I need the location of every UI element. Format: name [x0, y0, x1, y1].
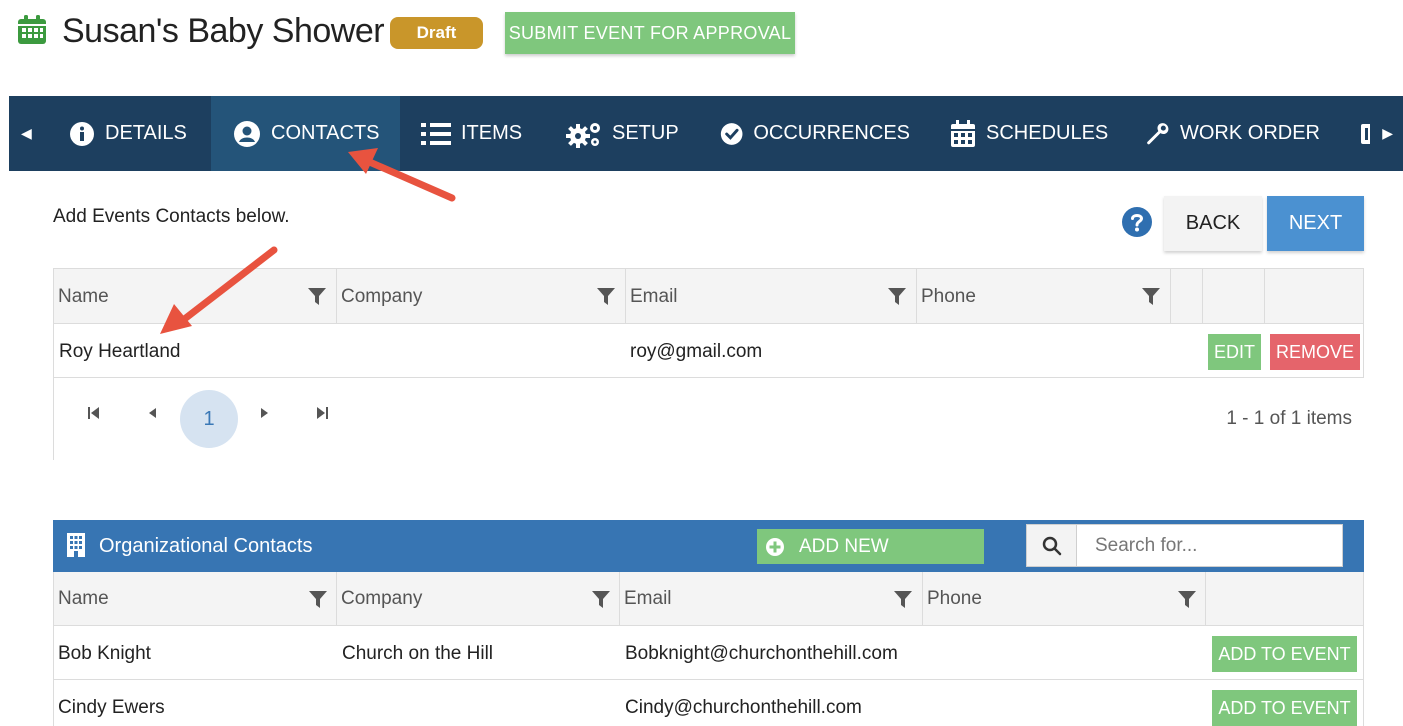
tab-work-order[interactable]: WORK ORDER: [1145, 96, 1320, 171]
add-to-event-button[interactable]: ADD TO EVENT: [1212, 636, 1357, 672]
contact-company: Church on the Hill: [342, 643, 494, 664]
tab-scroll-right-icon[interactable]: ▶: [1382, 96, 1393, 171]
contact-name: Bob Knight: [58, 643, 151, 664]
contact-name: Roy Heartland: [59, 341, 181, 362]
column-header-actions: [1206, 572, 1363, 626]
tab-label: WORK ORDER: [1180, 122, 1320, 144]
remove-button[interactable]: REMOVE: [1270, 334, 1360, 370]
tab-label: ITEMS: [461, 122, 523, 144]
tab-schedules[interactable]: SCHEDULES: [950, 96, 1110, 171]
filter-icon[interactable]: [308, 288, 326, 306]
table-row: Bob Knight Church on the Hill Bobknight@…: [54, 626, 1363, 680]
annotation-arrow-icon: [160, 246, 278, 334]
next-button[interactable]: NEXT: [1267, 196, 1364, 251]
next-page-icon[interactable]: [260, 406, 270, 423]
tab-setup[interactable]: SETUP: [566, 96, 686, 171]
last-page-icon[interactable]: [316, 406, 328, 423]
help-icon[interactable]: [1122, 207, 1152, 237]
grid-header: Name Company Email Phone: [54, 572, 1363, 626]
calendar-icon: [18, 15, 46, 44]
column-header-company[interactable]: Company: [337, 269, 626, 324]
page-title: Susan's Baby Shower: [62, 12, 385, 50]
contact-email: Cindy@churchonthehill.com: [625, 697, 862, 718]
first-page-icon[interactable]: [88, 406, 100, 423]
back-button[interactable]: BACK: [1164, 196, 1262, 251]
org-contacts-grid: Name Company Email Phone Bob Knight Chur…: [53, 572, 1364, 726]
tab-details[interactable]: DETAILS: [69, 96, 207, 171]
prev-page-icon[interactable]: [147, 406, 157, 423]
filter-icon[interactable]: [309, 591, 327, 609]
contact-name: Cindy Ewers: [58, 697, 165, 718]
column-header-name[interactable]: Name: [54, 572, 337, 626]
column-header-phone[interactable]: Phone: [923, 572, 1206, 626]
column-header-company[interactable]: Company: [337, 572, 620, 626]
calendar-icon: [951, 119, 975, 147]
tab-bar: ◀ DETAILS CONTACTS ITEMS SETUP OCCURRENC…: [9, 96, 1403, 171]
tab-label: DETAILS: [105, 122, 187, 144]
annotation-arrow-icon: [348, 148, 456, 202]
contact-email: roy@gmail.com: [630, 341, 763, 362]
column-header-blank: [1171, 269, 1203, 324]
tab-overflow-icon: [1360, 122, 1370, 146]
tab-scroll-left-icon[interactable]: ◀: [21, 96, 32, 171]
filter-icon[interactable]: [597, 288, 615, 306]
filter-icon[interactable]: [888, 288, 906, 306]
tab-label: SCHEDULES: [986, 122, 1109, 144]
building-icon: [67, 533, 85, 557]
search-icon[interactable]: [1027, 525, 1077, 566]
column-header-edit: [1203, 269, 1265, 324]
page-number-button[interactable]: 1: [180, 390, 238, 448]
edit-button[interactable]: EDIT: [1208, 334, 1261, 370]
plus-circle-icon: [766, 538, 784, 556]
org-contacts-header: Organizational Contacts ADD NEW CONTACT: [53, 520, 1364, 592]
info-circle-icon: [70, 121, 94, 146]
filter-icon[interactable]: [894, 591, 912, 609]
column-header-phone[interactable]: Phone: [917, 269, 1171, 324]
check-circle-icon: [720, 122, 743, 145]
status-badge: Draft: [390, 17, 483, 49]
submit-event-button[interactable]: SUBMIT EVENT FOR APPROVAL: [505, 12, 795, 54]
table-row: Cindy Ewers Cindy@churchonthehill.com AD…: [54, 680, 1363, 726]
column-header-email[interactable]: Email: [620, 572, 923, 626]
wrench-icon: [1147, 122, 1169, 144]
filter-icon[interactable]: [1142, 288, 1160, 306]
gears-icon: [566, 122, 600, 148]
pager: 1 1 - 1 of 1 items: [54, 378, 1364, 460]
tab-label: SETUP: [612, 122, 679, 144]
user-circle-icon: [234, 120, 260, 147]
filter-icon[interactable]: [1178, 591, 1196, 609]
search-box: [1026, 524, 1343, 567]
contacts-intro-text: Add Events Contacts below.: [53, 206, 290, 227]
org-contacts-title: Organizational Contacts: [99, 535, 313, 557]
pager-info: 1 - 1 of 1 items: [1226, 408, 1352, 429]
column-header-remove: [1265, 269, 1363, 324]
search-input[interactable]: [1078, 525, 1342, 566]
filter-icon[interactable]: [592, 591, 610, 609]
tab-label: OCCURRENCES: [753, 122, 910, 144]
contact-email: Bobknight@churchonthehill.com: [625, 643, 898, 664]
add-to-event-button[interactable]: ADD TO EVENT: [1212, 690, 1357, 726]
page-header: Susan's Baby Shower Draft SUBMIT EVENT F…: [0, 0, 1403, 70]
column-header-email[interactable]: Email: [626, 269, 917, 324]
add-new-contact-button[interactable]: ADD NEW CONTACT: [757, 529, 984, 592]
tab-occurrences[interactable]: OCCURRENCES: [720, 96, 910, 171]
